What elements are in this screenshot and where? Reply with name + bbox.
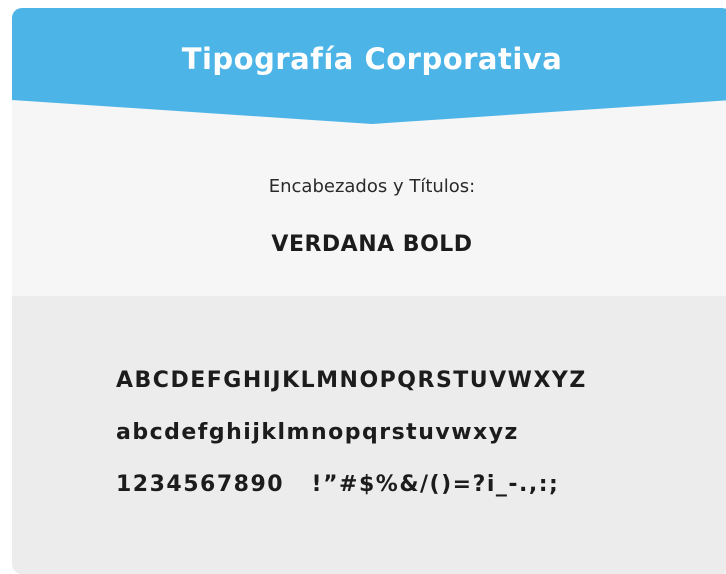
header-banner: Tipografía Corporativa [12, 8, 726, 124]
digits-symbols-specimen: 1234567890 !”#$%&/()=?i_-.,:; [116, 472, 560, 497]
headings-label: Encabezados y Títulos: [268, 176, 476, 197]
header-title: Tipografía Corporativa [181, 42, 563, 76]
uppercase-specimen: ABCDEFGHIJKLMNOPQRSTUVWXYZ [116, 368, 587, 393]
specimen-section: ABCDEFGHIJKLMNOPQRSTUVWXYZ abcdefghijklm… [12, 296, 726, 574]
typography-card: Tipografía Corporativa Encabezados y Tít… [12, 8, 726, 574]
headings-section: Encabezados y Títulos: VERDANA BOLD [12, 108, 726, 296]
font-name: VERDANA BOLD [271, 232, 473, 257]
lowercase-specimen: abcdefghijklmnopqrstuvwxyz [116, 420, 519, 445]
